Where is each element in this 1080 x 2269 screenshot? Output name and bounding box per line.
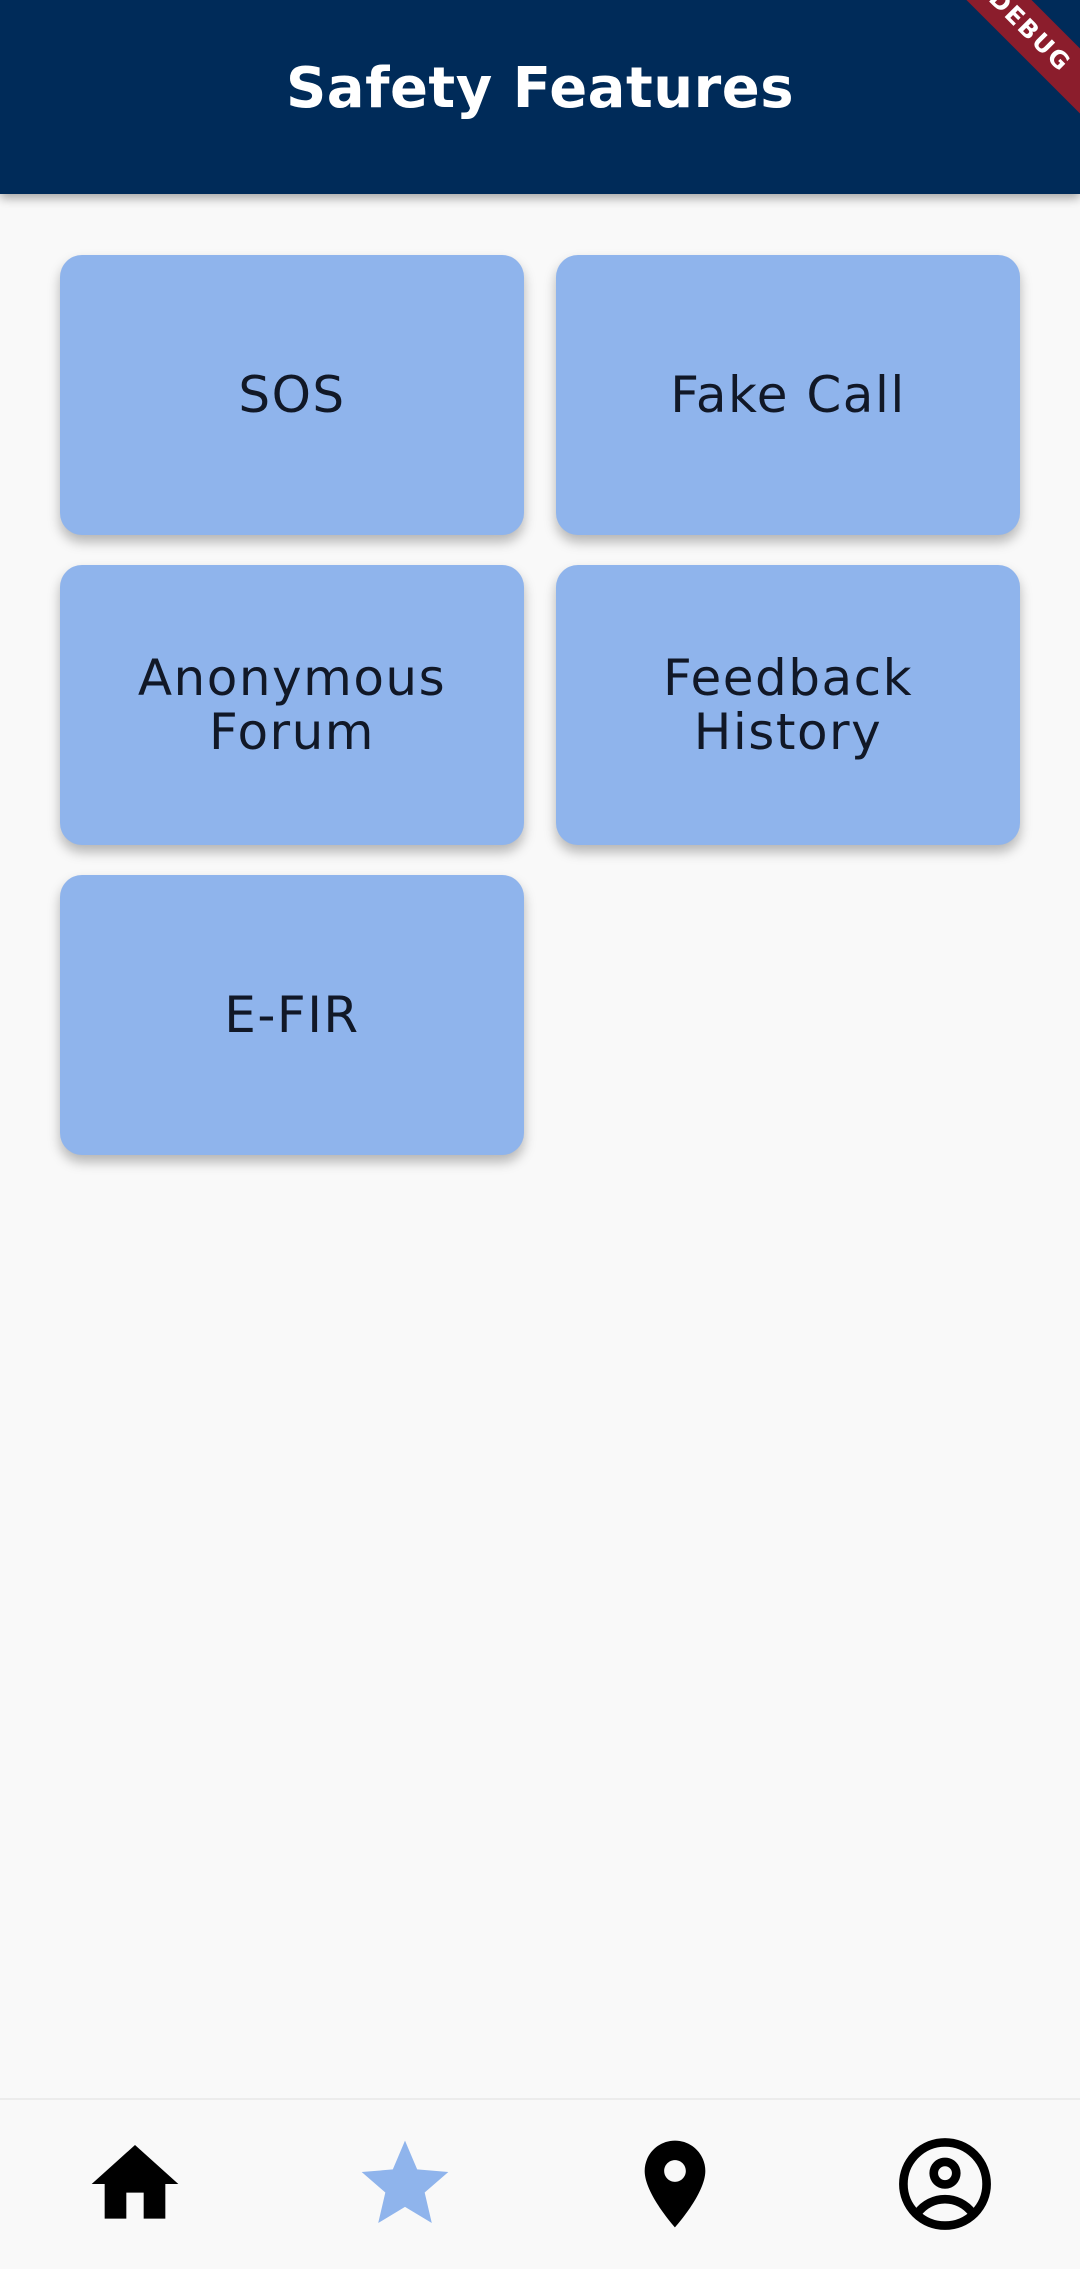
page-title: Safety Features [285, 56, 795, 121]
feedback-history-label: Feedback History [662, 649, 914, 761]
anonymous-forum-card[interactable]: Anonymous Forum [60, 565, 524, 845]
e-fir-card[interactable]: E-FIR [60, 875, 524, 1155]
nav-item-features[interactable] [270, 2100, 540, 2269]
home-icon [91, 2145, 179, 2219]
feedback-history-card[interactable]: Feedback History [556, 565, 1020, 845]
app-bar: Safety Features DEBUG [0, 0, 1080, 194]
e-fir-label: E-FIR [224, 986, 360, 1044]
feature-grid: SOS Fake Call Anonymous Forum Feedback H… [60, 255, 1020, 1155]
sos-label: SOS [238, 366, 346, 424]
fake-call-card[interactable]: Fake Call [556, 255, 1020, 535]
anonymous-forum-label: Anonymous Forum [137, 649, 447, 761]
bottom-navigation-bar [0, 2098, 1080, 2269]
nav-item-profile[interactable] [810, 2100, 1080, 2269]
sos-card[interactable]: SOS [60, 255, 524, 535]
account-circle-icon [899, 2138, 991, 2230]
nav-item-home[interactable] [0, 2100, 270, 2269]
star-icon [361, 2140, 449, 2223]
nav-item-location[interactable] [540, 2100, 810, 2269]
location-pin-icon [644, 2140, 706, 2228]
fake-call-label: Fake Call [670, 366, 906, 424]
